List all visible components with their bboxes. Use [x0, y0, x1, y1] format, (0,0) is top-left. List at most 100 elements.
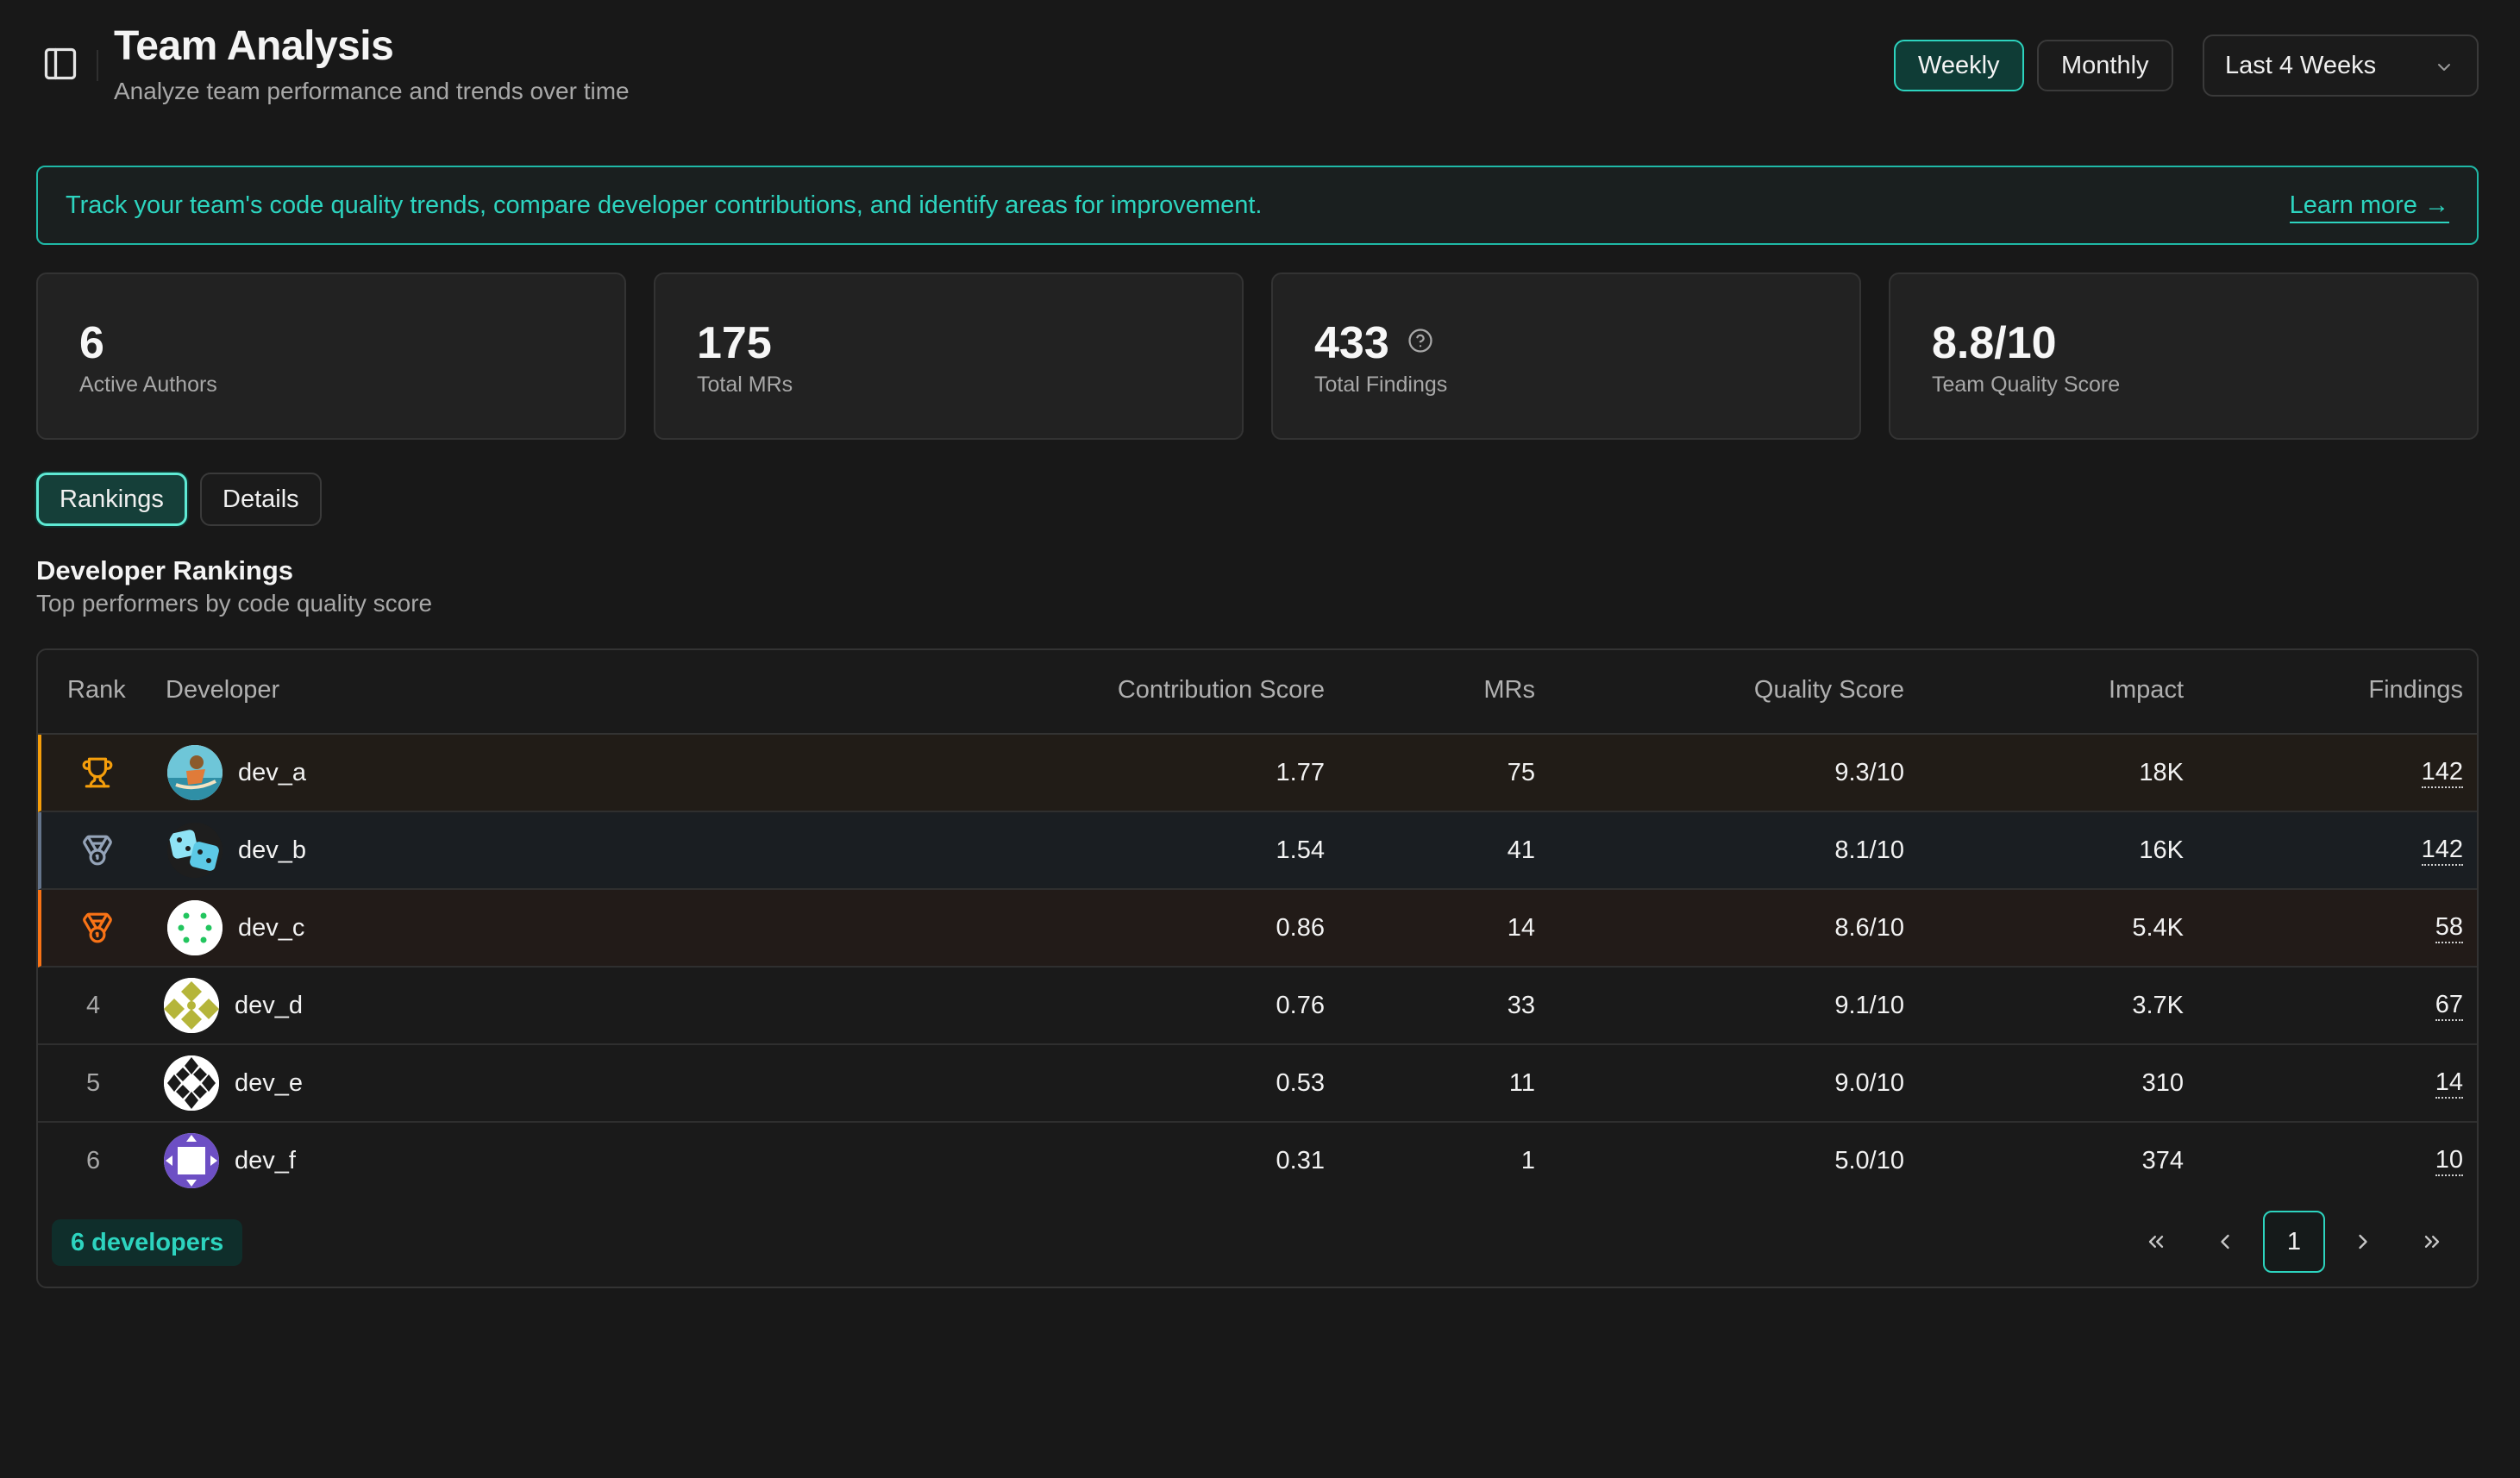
rank-cell [81, 735, 114, 811]
team-analysis-page: Team Analysis Analyze team performance a… [0, 0, 2520, 1478]
chevrons-right-icon [2424, 1236, 2440, 1248]
table-row[interactable]: dev_a 1.77 75 9.3/10 18K 142 [38, 735, 2477, 812]
rank-number: 6 [86, 1146, 101, 1174]
contribution-score-cell: 0.31 [1276, 1146, 1325, 1174]
table-header: Rank Developer Contribution Score MRs Qu… [38, 650, 2477, 735]
mrs-cell: 33 [1507, 991, 1535, 1019]
rank-cell [81, 812, 114, 888]
sidebar-toggle-button[interactable] [36, 40, 85, 88]
findings-cell: 142 [2421, 812, 2463, 888]
page-number-button[interactable]: 1 [2263, 1211, 2325, 1273]
table-row[interactable]: 4 dev_d 0.76 33 9.1/10 3.7K 67 [38, 968, 2477, 1045]
section-subtitle: Top performers by code quality score [36, 590, 433, 617]
avatar [164, 1133, 219, 1188]
column-header-findings[interactable]: Findings [2368, 676, 2463, 705]
rank-number: 4 [86, 991, 101, 1019]
column-header-rank: Rank [67, 676, 126, 704]
findings-link[interactable]: 142 [2421, 758, 2463, 788]
stat-label: Active Authors [79, 373, 217, 397]
header-divider [97, 50, 98, 81]
mrs-cell: 14 [1507, 913, 1535, 942]
chevrons-left-icon [2148, 1236, 2164, 1248]
avatar [167, 745, 223, 800]
stat-card-active-authors: 6 Active Authors [36, 272, 626, 440]
developer-name[interactable]: dev_c [238, 890, 304, 966]
findings-link[interactable]: 142 [2421, 836, 2463, 866]
mrs-cell: 1 [1520, 1146, 1535, 1174]
mrs-cell: 41 [1507, 836, 1535, 864]
stat-card-total-findings: 433 Total Findings [1271, 272, 1861, 440]
first-page-button[interactable] [2125, 1211, 2187, 1273]
developer-name[interactable]: dev_d [235, 968, 303, 1043]
developer-name[interactable]: dev_e [235, 1045, 303, 1121]
learn-more-link[interactable]: Learn more → [2289, 191, 2449, 223]
stat-value: 6 [79, 318, 104, 368]
findings-link[interactable]: 14 [2435, 1068, 2463, 1099]
contribution-score-cell: 0.53 [1276, 1068, 1325, 1097]
stat-card-team-quality-score: 8.8/10 Team Quality Score [1889, 272, 2479, 440]
mrs-cell: 11 [1508, 1068, 1535, 1097]
impact-cell: 18K [2139, 758, 2184, 786]
column-header-mrs[interactable]: MRs [1483, 676, 1535, 705]
silver-medal-icon [83, 835, 112, 866]
quality-score-cell: 5.0/10 [1834, 1146, 1904, 1174]
page-title: Team Analysis [114, 23, 394, 69]
findings-cell: 14 [2435, 1045, 2463, 1121]
developer-name[interactable]: dev_a [238, 735, 306, 811]
impact-cell: 3.7K [2132, 991, 2184, 1019]
previous-page-button[interactable] [2194, 1211, 2256, 1273]
table-row[interactable]: dev_c 0.86 14 8.6/10 5.4K 58 [38, 890, 2477, 968]
tab-rankings[interactable]: Rankings [36, 473, 187, 526]
date-range-value: Last 4 Weeks [2225, 51, 2377, 79]
developer-name[interactable]: dev_f [235, 1123, 296, 1199]
findings-cell: 142 [2421, 735, 2463, 811]
column-header-quality-score[interactable]: Quality Score [1754, 676, 1904, 705]
developer-name[interactable]: dev_b [238, 812, 306, 888]
quality-score-cell: 9.1/10 [1834, 991, 1904, 1019]
last-page-button[interactable] [2401, 1211, 2463, 1273]
rank-number: 5 [86, 1068, 101, 1097]
quality-score-cell: 9.0/10 [1834, 1068, 1904, 1097]
help-circle-icon[interactable] [1407, 328, 1433, 354]
findings-link[interactable]: 67 [2435, 991, 2463, 1021]
contribution-score-cell: 0.76 [1276, 991, 1325, 1019]
quality-score-cell: 8.6/10 [1834, 913, 1904, 942]
column-header-contribution-score[interactable]: Contribution Score [1118, 676, 1325, 705]
avatar [167, 823, 223, 878]
date-range-select[interactable]: Last 4 Weeks [2203, 34, 2479, 97]
table-row[interactable]: 5 dev_e 0.53 11 9.0/10 310 14 [38, 1045, 2477, 1123]
findings-cell: 10 [2435, 1123, 2463, 1199]
findings-cell: 58 [2435, 890, 2463, 966]
contribution-score-cell: 0.86 [1276, 913, 1325, 942]
impact-cell: 5.4K [2132, 913, 2184, 942]
table-row[interactable]: dev_b 1.54 41 8.1/10 16K 142 [38, 812, 2477, 890]
stat-value: 433 [1314, 318, 1389, 368]
quality-score-cell: 9.3/10 [1834, 758, 1904, 786]
stat-value: 175 [697, 318, 772, 368]
contribution-score-cell: 1.54 [1276, 836, 1325, 864]
chevron-left-icon [2221, 1234, 2229, 1249]
page-subtitle: Analyze team performance and trends over… [114, 78, 630, 104]
avatar [167, 900, 223, 955]
weekly-toggle-button[interactable]: Weekly [1894, 40, 2024, 91]
bronze-medal-icon [83, 912, 112, 943]
column-header-developer: Developer [166, 676, 280, 704]
stat-value: 8.8/10 [1932, 318, 2057, 368]
section-title: Developer Rankings [36, 555, 294, 586]
stat-label: Team Quality Score [1932, 373, 2121, 397]
mrs-cell: 75 [1507, 758, 1535, 786]
next-page-button[interactable] [2332, 1211, 2394, 1273]
table-row[interactable]: 6 dev_f 0.31 1 5.0/10 374 10 [38, 1123, 2477, 1200]
stat-label: Total Findings [1314, 373, 1448, 397]
findings-link[interactable]: 58 [2435, 913, 2463, 943]
findings-link[interactable]: 10 [2435, 1146, 2463, 1176]
sidebar-panel-icon [44, 47, 77, 80]
developer-count-badge: 6 developers [52, 1219, 243, 1266]
column-header-impact[interactable]: Impact [2109, 676, 2184, 705]
stat-label: Total MRs [697, 373, 793, 397]
chevron-down-icon [2438, 64, 2450, 71]
monthly-toggle-button[interactable]: Monthly [2037, 40, 2173, 91]
chevron-right-icon [2359, 1234, 2367, 1249]
rankings-table: Rank Developer Contribution Score MRs Qu… [36, 648, 2479, 1288]
tab-details[interactable]: Details [200, 473, 322, 526]
